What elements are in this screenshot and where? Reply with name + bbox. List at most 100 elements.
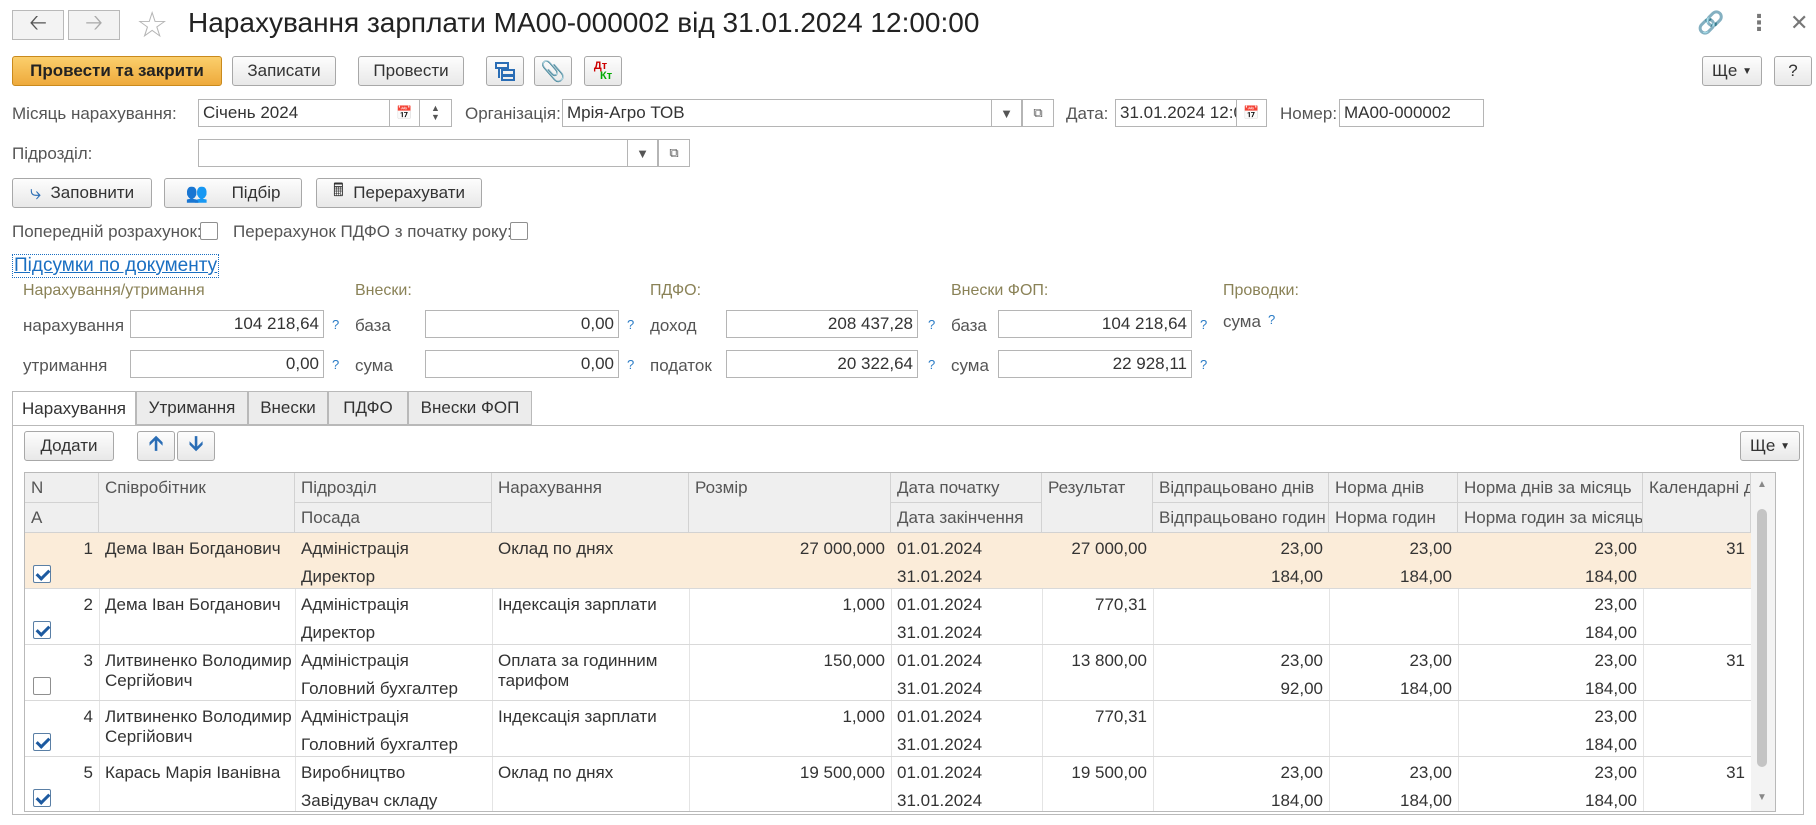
column-header[interactable]: N bbox=[25, 473, 99, 503]
tab-contributions[interactable]: Внески bbox=[248, 391, 328, 425]
number-field[interactable]: МА00-000002 bbox=[1339, 99, 1484, 127]
column-header[interactable]: Календарні дні bbox=[1643, 473, 1751, 533]
open-icon: ⧉ bbox=[669, 145, 679, 160]
income-total: 208 437,28 bbox=[726, 310, 918, 338]
employee-name[interactable]: Литвиненко Володимир Сергійович bbox=[99, 703, 299, 751]
help-icon[interactable]: ? bbox=[928, 317, 935, 332]
post-and-close-button[interactable]: Провести та закрити bbox=[12, 56, 222, 86]
contrib-base: 0,00 bbox=[425, 310, 619, 338]
save-button[interactable]: Записати bbox=[232, 56, 336, 86]
help-icon[interactable]: ? bbox=[1200, 317, 1207, 332]
help-icon[interactable]: ? bbox=[332, 357, 339, 372]
column-header[interactable]: Норма днів bbox=[1329, 473, 1458, 503]
active-checkbox[interactable] bbox=[33, 621, 51, 639]
column-header[interactable]: Співробітник bbox=[99, 473, 295, 533]
forward-button[interactable]: 🡢 bbox=[68, 10, 120, 40]
tab-accruals[interactable]: Нарахування bbox=[12, 391, 136, 426]
active-checkbox[interactable] bbox=[33, 677, 51, 695]
calendar-button[interactable]: 📅 bbox=[390, 99, 420, 127]
help-button[interactable]: ? bbox=[1774, 56, 1812, 86]
employee-name[interactable]: Дема Іван Богданович bbox=[99, 535, 299, 563]
norm-days bbox=[1329, 591, 1458, 599]
help-icon[interactable]: ? bbox=[928, 357, 935, 372]
link-icon[interactable]: 🔗 bbox=[1697, 10, 1724, 36]
department: Адміністрація bbox=[301, 651, 409, 670]
post-button[interactable]: Провести bbox=[358, 56, 464, 86]
attach-button[interactable]: 📎 bbox=[534, 56, 572, 86]
vertical-scrollbar[interactable]: ▲ ▼ bbox=[1751, 473, 1775, 811]
tab-fop-contributions[interactable]: Внески ФОП bbox=[408, 391, 532, 425]
column-header[interactable]: Дата закінчення bbox=[891, 503, 1042, 533]
column-header[interactable]: Розмір bbox=[689, 473, 891, 533]
employee-name[interactable]: Карась Марія Іванівна bbox=[99, 759, 299, 787]
accrual-type[interactable]: Оплата за годинним тарифом bbox=[492, 647, 672, 695]
star-icon[interactable]: ☆ bbox=[136, 4, 168, 46]
back-button[interactable]: 🡠 bbox=[12, 10, 64, 40]
table-more-button[interactable]: Ще ▼ bbox=[1740, 431, 1800, 461]
active-checkbox[interactable] bbox=[33, 565, 51, 583]
org-field[interactable]: Мрія-Агро ТОВ bbox=[562, 99, 992, 127]
accrual-type[interactable]: Індексація зарплати bbox=[492, 703, 672, 731]
dt-kt-button[interactable]: Дт Кт bbox=[584, 56, 622, 86]
chevron-down-icon: ▼ bbox=[1000, 105, 1013, 121]
start-date: 01.01.2024 bbox=[897, 707, 983, 726]
date-field[interactable]: 31.01.2024 12:0 bbox=[1115, 99, 1237, 127]
help-icon[interactable]: ? bbox=[627, 317, 634, 332]
tab-deductions[interactable]: Утримання bbox=[136, 391, 248, 425]
org-open-button[interactable]: ⧉ bbox=[1022, 99, 1054, 127]
move-down-button[interactable]: 🡫 bbox=[177, 431, 215, 461]
chevron-down-icon: ▼ bbox=[1780, 440, 1791, 452]
start-date: 01.01.2024 bbox=[897, 595, 983, 614]
add-button[interactable]: Додати bbox=[24, 431, 114, 461]
dept-dropdown-button[interactable]: ▼ bbox=[628, 139, 658, 167]
column-header[interactable]: А bbox=[25, 503, 99, 533]
active-checkbox[interactable] bbox=[33, 789, 51, 807]
arrow-up-icon: 🡩 bbox=[148, 433, 164, 455]
column-header[interactable]: Норма годин bbox=[1329, 503, 1458, 533]
accrual-type[interactable]: Оклад по днях bbox=[492, 759, 672, 787]
scrollbar-thumb[interactable] bbox=[1757, 509, 1767, 767]
column-header[interactable]: Відпрацьовано днів bbox=[1153, 473, 1329, 503]
tab-pdfo[interactable]: ПДФО bbox=[328, 391, 408, 425]
recalculate-button[interactable]: 🖩 Перерахувати bbox=[316, 178, 482, 208]
dept-field[interactable] bbox=[198, 139, 628, 167]
help-icon[interactable]: ? bbox=[1268, 312, 1275, 327]
help-icon[interactable]: ? bbox=[627, 357, 634, 372]
active-checkbox[interactable] bbox=[33, 733, 51, 751]
norm-hours: 184,00 bbox=[1400, 679, 1452, 698]
fill-button[interactable]: ⤷ Заповнити bbox=[12, 178, 152, 208]
column-header[interactable]: Нарахування bbox=[492, 473, 689, 533]
select-button[interactable]: 👥 Підбір bbox=[164, 178, 302, 208]
pdfo-recalc-checkbox[interactable] bbox=[510, 222, 528, 240]
help-icon[interactable]: ? bbox=[332, 317, 339, 332]
column-header[interactable]: Результат bbox=[1042, 473, 1153, 533]
close-icon[interactable]: ✕ bbox=[1790, 10, 1808, 36]
column-header[interactable]: Дата початку bbox=[891, 473, 1042, 503]
worked-days bbox=[1153, 703, 1329, 711]
month-field[interactable]: Січень 2024 bbox=[198, 99, 390, 127]
scroll-up-icon[interactable]: ▲ bbox=[1757, 479, 1767, 490]
move-up-button[interactable]: 🡩 bbox=[137, 431, 175, 461]
accrual-type[interactable]: Індексація зарплати bbox=[492, 591, 672, 619]
totals-link[interactable]: Підсумки по документу bbox=[12, 254, 220, 278]
help-icon[interactable]: ? bbox=[1200, 357, 1207, 372]
column-header[interactable]: Відпрацьовано годин bbox=[1153, 503, 1329, 533]
month-stepper[interactable]: ▲ ▼ bbox=[420, 99, 452, 127]
employee-name[interactable]: Литвиненко Володимир Сергійович bbox=[99, 647, 299, 695]
employee-name[interactable]: Дема Іван Богданович bbox=[99, 591, 299, 619]
date-calendar-button[interactable]: 📅 bbox=[1237, 99, 1267, 127]
scroll-down-icon[interactable]: ▼ bbox=[1757, 792, 1767, 803]
accrual-type[interactable]: Оклад по днях bbox=[492, 535, 672, 563]
org-dropdown-button[interactable]: ▼ bbox=[992, 99, 1022, 127]
column-header[interactable]: Підрозділ bbox=[295, 473, 492, 503]
more-vertical-icon[interactable]: ⋮ bbox=[1748, 10, 1770, 36]
column-header[interactable]: Норма годин за місяць bbox=[1458, 503, 1643, 533]
dept-open-button[interactable]: ⧉ bbox=[658, 139, 690, 167]
column-header[interactable]: Посада bbox=[295, 503, 492, 533]
column-header[interactable]: Норма днів за місяць bbox=[1458, 473, 1643, 503]
more-button[interactable]: Ще ▼ bbox=[1702, 56, 1762, 86]
prelim-checkbox[interactable] bbox=[200, 222, 218, 240]
contrib-sum: 0,00 bbox=[425, 350, 619, 378]
dt-kt-icon: Дт Кт bbox=[593, 60, 613, 82]
structure-button[interactable] bbox=[486, 56, 524, 86]
